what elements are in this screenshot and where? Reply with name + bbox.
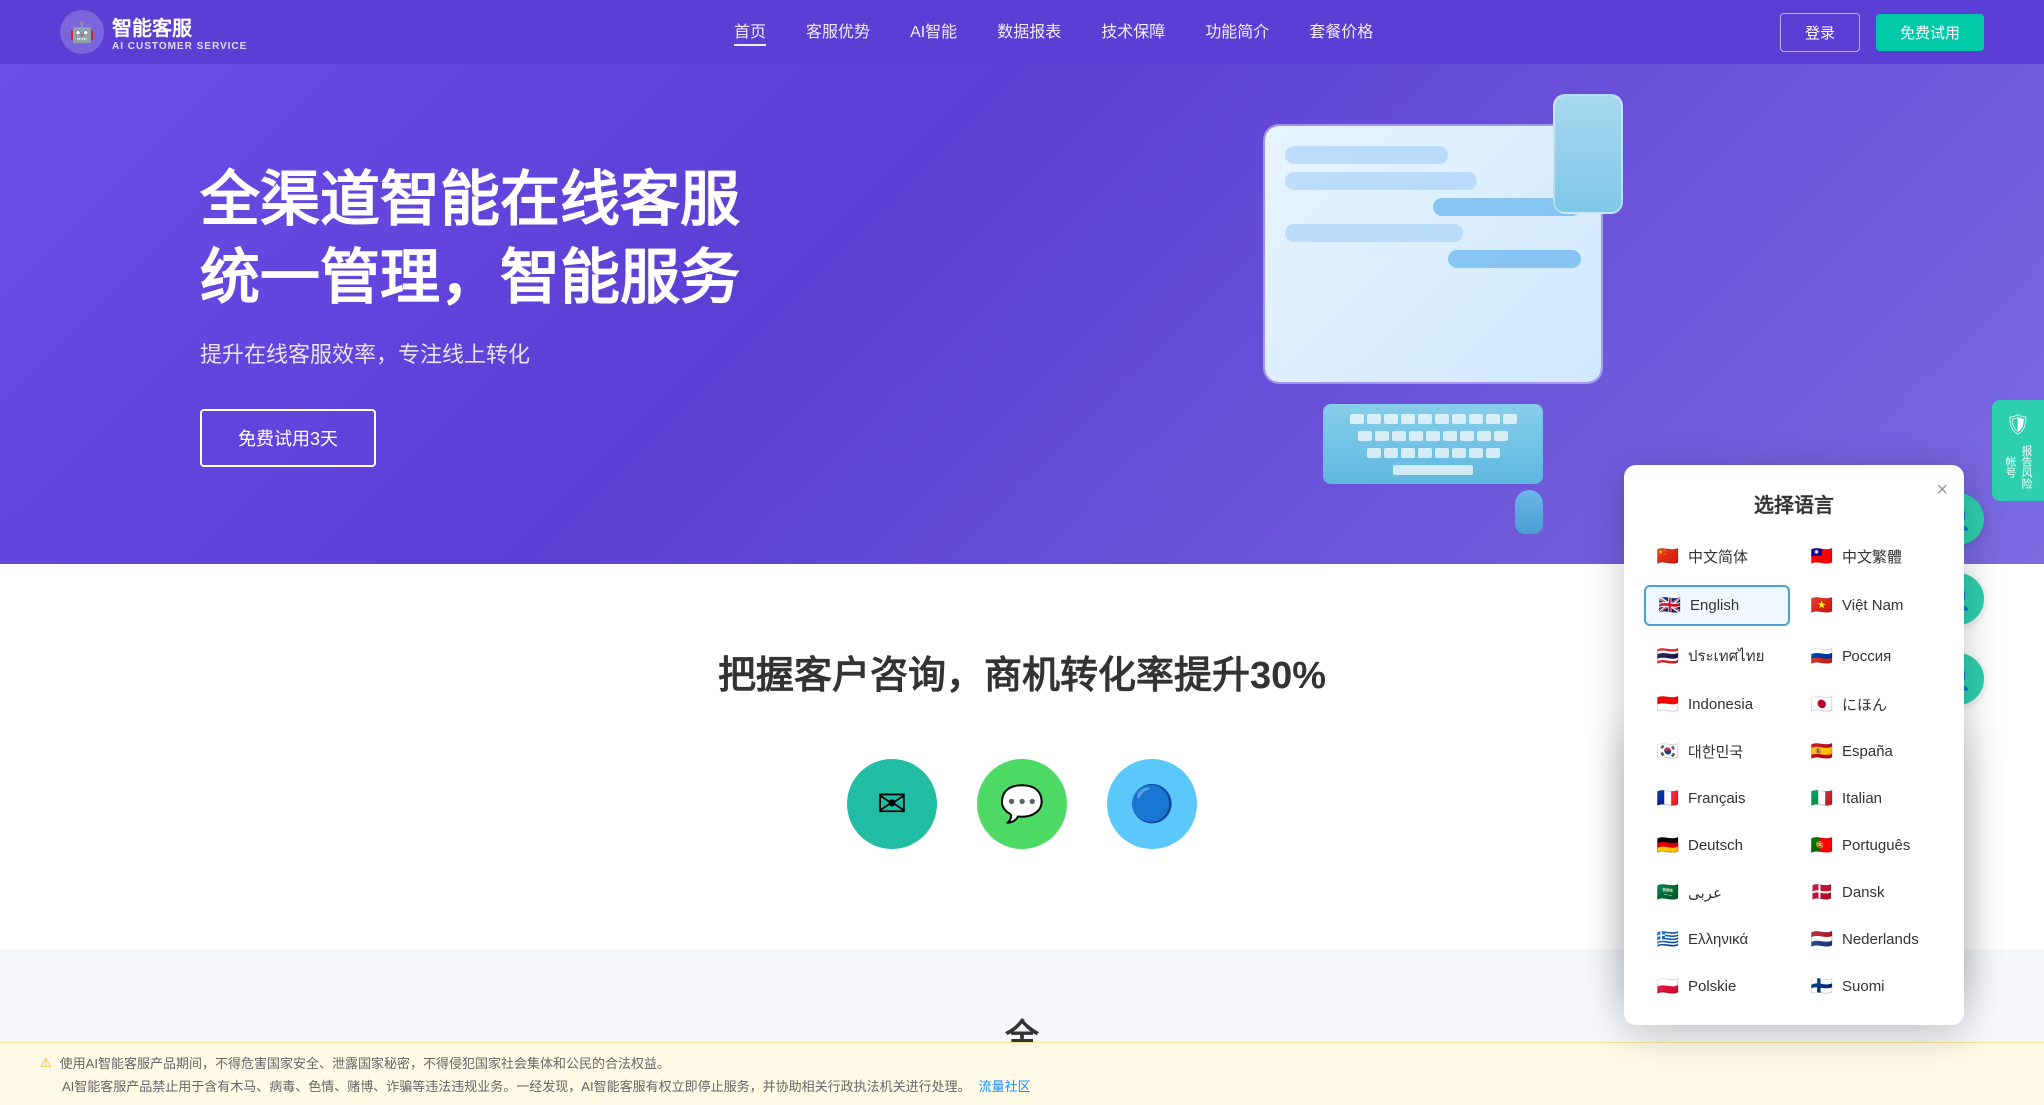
lang-item-de[interactable]: 🇩🇪 Deutsch <box>1644 827 1790 864</box>
lang-label-pl: Polskie <box>1688 978 1736 995</box>
lang-item-zh-cn[interactable]: 🇨🇳 中文简体 <box>1644 538 1790 575</box>
flag-fi: 🇫🇮 <box>1810 976 1834 997</box>
flag-pt: 🇵🇹 <box>1810 835 1834 856</box>
lang-label-fr: Français <box>1688 790 1746 807</box>
flag-pl: 🇵🇱 <box>1656 976 1680 997</box>
lang-label-fi: Suomi <box>1842 978 1885 995</box>
lang-item-pl[interactable]: 🇵🇱 Polskie <box>1644 968 1790 1005</box>
flag-ko: 🇰🇷 <box>1656 741 1680 762</box>
lang-label-th: ประเทศไทย <box>1688 644 1764 668</box>
lang-label-it: Italian <box>1842 790 1882 807</box>
lang-item-vn[interactable]: 🇻🇳 Việt Nam <box>1798 585 1944 626</box>
flag-gr: 🇬🇷 <box>1656 929 1680 950</box>
lang-label-ko: 대한민국 <box>1688 741 1743 762</box>
lang-item-ja[interactable]: 🇯🇵 にほん <box>1798 686 1944 723</box>
lang-label-en: English <box>1690 597 1739 614</box>
language-modal: 选择语言 × 🇨🇳 中文简体 🇹🇼 中文繁體 🇬🇧 English 🇻🇳 Việ… <box>1624 465 1964 1025</box>
lang-label-es: España <box>1842 743 1893 760</box>
flag-zh-tw: 🇹🇼 <box>1810 546 1834 567</box>
lang-label-id: Indonesia <box>1688 696 1753 713</box>
lang-item-en[interactable]: 🇬🇧 English <box>1644 585 1790 626</box>
lang-item-ru[interactable]: 🇷🇺 Россия <box>1798 636 1944 676</box>
flag-dk: 🇩🇰 <box>1810 882 1834 903</box>
lang-item-fi[interactable]: 🇫🇮 Suomi <box>1798 968 1944 1005</box>
flag-fr: 🇫🇷 <box>1656 788 1680 809</box>
lang-item-dk[interactable]: 🇩🇰 Dansk <box>1798 874 1944 911</box>
flag-zh-cn: 🇨🇳 <box>1656 546 1680 567</box>
lang-item-id[interactable]: 🇮🇩 Indonesia <box>1644 686 1790 723</box>
lang-label-ja: にほん <box>1842 694 1887 715</box>
lang-item-nl[interactable]: 🇳🇱 Nederlands <box>1798 921 1944 958</box>
lang-item-gr[interactable]: 🇬🇷 Ελληνικά <box>1644 921 1790 958</box>
lang-item-ko[interactable]: 🇰🇷 대한민국 <box>1644 733 1790 770</box>
flag-nl: 🇳🇱 <box>1810 929 1834 950</box>
lang-label-ar: عربى <box>1688 884 1722 902</box>
lang-label-gr: Ελληνικά <box>1688 931 1748 948</box>
lang-label-nl: Nederlands <box>1842 931 1919 948</box>
lang-label-ru: Россия <box>1842 648 1891 665</box>
lang-label-vn: Việt Nam <box>1842 597 1903 614</box>
lang-item-pt[interactable]: 🇵🇹 Português <box>1798 827 1944 864</box>
flag-id: 🇮🇩 <box>1656 694 1680 715</box>
flag-vn: 🇻🇳 <box>1810 595 1834 616</box>
lang-label-dk: Dansk <box>1842 884 1885 901</box>
flag-th: 🇹🇭 <box>1656 646 1680 667</box>
flag-en: 🇬🇧 <box>1658 595 1682 616</box>
lang-item-ar[interactable]: 🇸🇦 عربى <box>1644 874 1790 911</box>
lang-label-de: Deutsch <box>1688 837 1743 854</box>
flag-es: 🇪🇸 <box>1810 741 1834 762</box>
language-grid: 🇨🇳 中文简体 🇹🇼 中文繁體 🇬🇧 English 🇻🇳 Việt Nam 🇹… <box>1644 538 1944 1005</box>
lang-item-th[interactable]: 🇹🇭 ประเทศไทย <box>1644 636 1790 676</box>
lang-item-es[interactable]: 🇪🇸 España <box>1798 733 1944 770</box>
lang-label-pt: Português <box>1842 837 1910 854</box>
lang-item-zh-tw[interactable]: 🇹🇼 中文繁體 <box>1798 538 1944 575</box>
lang-item-fr[interactable]: 🇫🇷 Français <box>1644 780 1790 817</box>
flag-ja: 🇯🇵 <box>1810 694 1834 715</box>
lang-label-zh-tw: 中文繁體 <box>1842 546 1902 567</box>
flag-de: 🇩🇪 <box>1656 835 1680 856</box>
lang-label-zh-cn: 中文简体 <box>1688 546 1748 567</box>
language-modal-title: 选择语言 <box>1644 489 1944 518</box>
language-modal-overlay: 选择语言 × 🇨🇳 中文简体 🇹🇼 中文繁體 🇬🇧 English 🇻🇳 Việ… <box>0 0 2044 1105</box>
lang-item-it[interactable]: 🇮🇹 Italian <box>1798 780 1944 817</box>
flag-ar: 🇸🇦 <box>1656 882 1680 903</box>
language-modal-close[interactable]: × <box>1936 479 1948 502</box>
flag-it: 🇮🇹 <box>1810 788 1834 809</box>
flag-ru: 🇷🇺 <box>1810 646 1834 667</box>
